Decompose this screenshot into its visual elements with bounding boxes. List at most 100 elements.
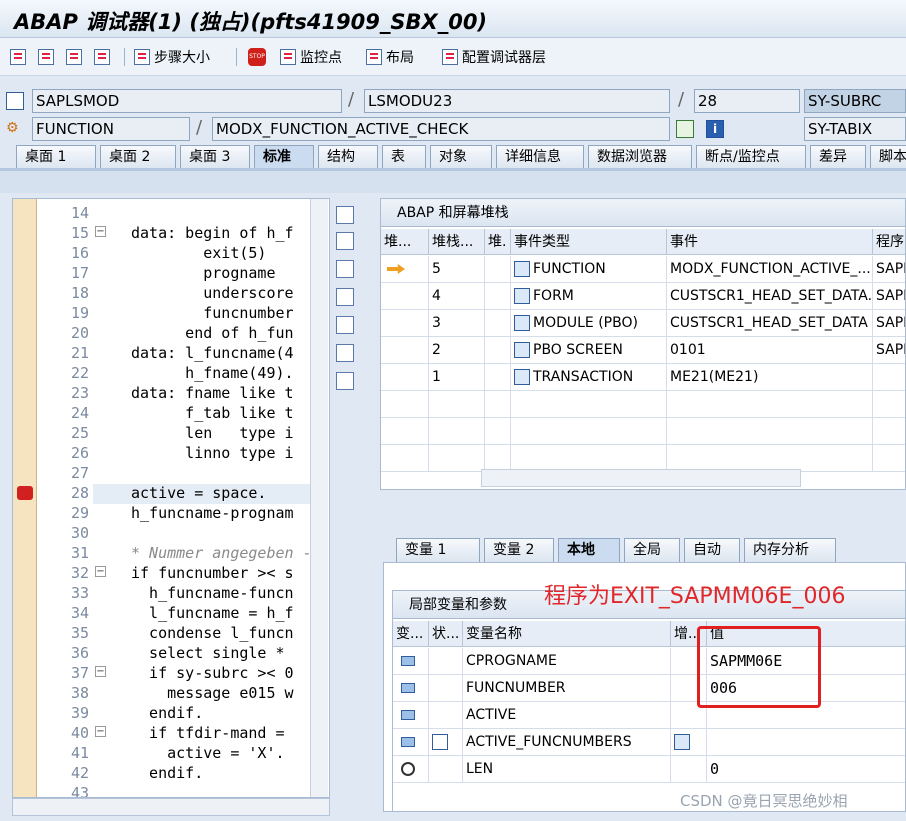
variable-header[interactable]: 状... [429,621,463,647]
stack-header[interactable]: 程序 [873,229,905,255]
code-line[interactable]: exit(5) [131,243,266,263]
stack-cell[interactable]: MODULE (PBO) [511,310,667,337]
code-line[interactable]: l_funcname = h_f [131,603,294,623]
stack-header[interactable]: 堆. [485,229,511,255]
stack-cell[interactable] [485,364,511,391]
stack-cell[interactable] [485,418,511,445]
variable-cell[interactable] [707,702,905,729]
code-line[interactable]: h_fname(49). [131,363,293,383]
variable-cell[interactable]: 0 [707,756,905,783]
resize-icon[interactable] [336,316,354,334]
stack-cell[interactable]: PBO SCREEN [511,337,667,364]
stack-header[interactable]: 事件 [667,229,873,255]
stack-cell[interactable]: SAPM [873,283,905,310]
breakpoint-icon[interactable] [17,486,33,500]
variable-header[interactable]: 变... [393,621,429,647]
variable-cell[interactable] [393,648,429,675]
code-line[interactable]: data: fname like t [131,383,294,403]
headset-icon[interactable] [336,344,354,362]
step-size-button[interactable]: 步骤大小 [134,46,210,68]
stack-cell[interactable]: CUSTSCR1_HEAD_SET_DATA [667,310,873,337]
stack-cell[interactable] [381,337,429,364]
variable-cell[interactable] [671,756,707,783]
tab-script[interactable]: 脚本 [870,145,906,169]
stack-cell[interactable] [381,391,429,418]
tab-standard[interactable]: 标准 [254,145,314,169]
variable-cell[interactable] [429,675,463,702]
stack-cell[interactable] [511,418,667,445]
code-line[interactable]: h_funcname-funcn [131,583,294,603]
stack-cell[interactable]: 3 [429,310,485,337]
tab-desktop-1[interactable]: 桌面 1 [16,145,96,169]
stack-cell[interactable] [485,391,511,418]
tab-desktop-2[interactable]: 桌面 2 [100,145,176,169]
sy-subrc-field[interactable]: SY-SUBRC [804,89,906,113]
stack-cell[interactable]: MODX_FUNCTION_ACTIVE_... [667,256,873,283]
layout-button[interactable]: 布局 [366,46,414,68]
tab-global[interactable]: 全局 [624,538,680,562]
sy-tabix-field[interactable]: SY-TABIX [804,117,906,141]
code-line[interactable]: funcnumber [131,303,293,323]
swap-icon[interactable] [336,260,354,278]
tab-table[interactable]: 表 [382,145,426,169]
variable-cell[interactable] [429,648,463,675]
variable-cell[interactable] [393,729,429,756]
variable-cell[interactable] [671,648,707,675]
tab-var-1[interactable]: 变量 1 [396,538,480,562]
stack-cell[interactable] [485,310,511,337]
stack-cell[interactable]: 5 [429,256,485,283]
new-icon[interactable] [336,232,354,250]
tab-structure[interactable]: 结构 [318,145,378,169]
tools-icon[interactable] [336,372,354,390]
stop-button[interactable]: STOP [248,46,270,68]
code-line[interactable]: active = space. [131,483,266,503]
code-line[interactable]: endif. [131,763,203,783]
tab-var-2[interactable]: 变量 2 [484,538,554,562]
code-line[interactable]: h_funcname-prognam [131,503,294,523]
stack-cell[interactable] [511,391,667,418]
variable-cell[interactable] [671,702,707,729]
continue-icon[interactable] [94,46,114,68]
tab-objects[interactable]: 对象 [430,145,492,169]
variable-cell[interactable]: 006 [707,675,905,702]
navigate-icon[interactable] [676,120,694,138]
stack-cell[interactable] [667,445,873,472]
stack-cell[interactable] [485,256,511,283]
stack-cell[interactable] [429,418,485,445]
variable-cell[interactable] [429,756,463,783]
stack-cell[interactable]: TRANSACTION [511,364,667,391]
stack-cell[interactable] [381,310,429,337]
stack-cell[interactable]: SAPM [873,337,905,364]
stack-cell[interactable] [485,445,511,472]
stack-cell[interactable] [873,391,905,418]
tab-auto[interactable]: 自动 [684,538,740,562]
code-line[interactable]: condense l_funcn [131,623,294,643]
step-over-icon[interactable] [38,46,58,68]
stack-cell[interactable]: FUNCTION [511,256,667,283]
code-line[interactable]: len type i [131,423,293,443]
code-line[interactable]: endif. [131,703,203,723]
event-field[interactable]: MODX_FUNCTION_ACTIVE_CHECK [212,117,670,141]
stack-cell[interactable] [485,337,511,364]
code-line[interactable]: if funcnumber >< s [131,563,294,583]
configure-button[interactable]: 配置调试器层 [442,46,546,68]
stack-cell[interactable] [381,256,429,283]
tab-breakpoints[interactable]: 断点/监控点 [696,145,806,169]
variable-header[interactable]: 增... [671,621,707,647]
stack-cell[interactable]: 1 [429,364,485,391]
variable-header[interactable]: 变量名称 [463,621,671,647]
variable-cell[interactable]: ACTIVE [463,702,671,729]
stack-cell[interactable]: 4 [429,283,485,310]
code-line[interactable]: data: begin of h_f [131,223,294,243]
code-line[interactable]: underscore [131,283,293,303]
code-line[interactable]: select single * [131,643,284,663]
include-field[interactable]: LSMODU23 [364,89,670,113]
stack-cell[interactable]: FORM [511,283,667,310]
variable-cell[interactable]: ACTIVE_FUNCNUMBERS [463,729,671,756]
stack-cell[interactable]: CUSTSCR1_HEAD_SET_DATA... [667,283,873,310]
variable-cell[interactable] [393,675,429,702]
stack-cell[interactable] [381,283,429,310]
stack-cell[interactable] [381,418,429,445]
variable-header[interactable]: 值 [707,621,905,647]
program-field[interactable]: SAPLSMOD [32,89,342,113]
